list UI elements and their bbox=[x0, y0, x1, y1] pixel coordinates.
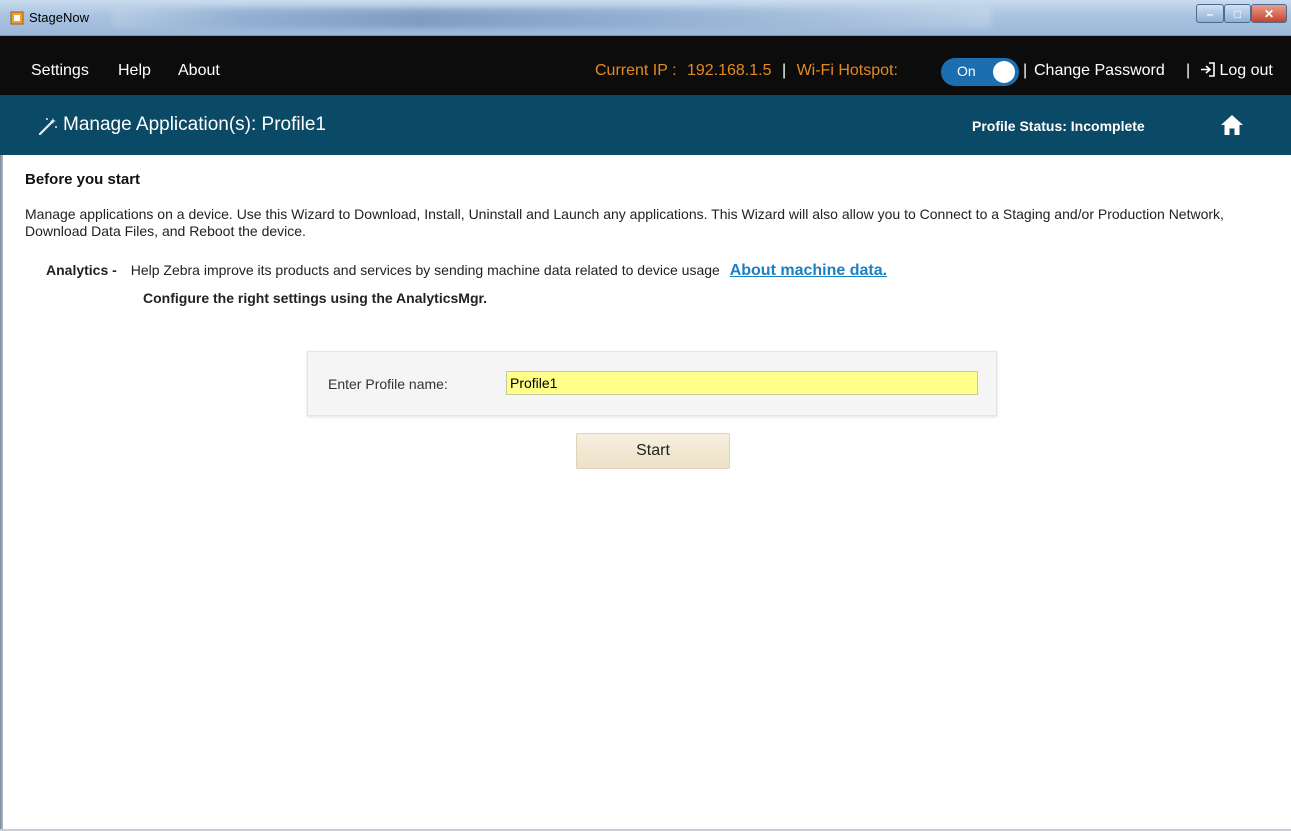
section-heading: Before you start bbox=[25, 171, 141, 188]
close-button[interactable]: ✕ bbox=[1251, 4, 1287, 23]
close-icon: ✕ bbox=[1263, 6, 1275, 21]
separator: | bbox=[1023, 62, 1028, 79]
menu-settings[interactable]: Settings bbox=[31, 62, 89, 80]
start-button[interactable]: Start bbox=[576, 433, 730, 469]
minimize-icon: – bbox=[1206, 6, 1214, 21]
profile-status: Profile Status: Incomplete bbox=[972, 118, 1145, 134]
menu-help[interactable]: Help bbox=[118, 62, 151, 80]
minimize-button[interactable]: – bbox=[1196, 4, 1224, 23]
logout-icon bbox=[1201, 62, 1215, 77]
wifi-hotspot-toggle[interactable]: On bbox=[941, 58, 1019, 86]
about-machine-data-link[interactable]: About machine data. bbox=[730, 262, 887, 279]
maximize-button[interactable]: □ bbox=[1224, 4, 1251, 23]
connection-info: Current IP : 192.168.1.5 | Wi-Fi Hotspot… bbox=[595, 62, 898, 80]
toggle-knob bbox=[993, 61, 1015, 83]
analytics-text: Help Zebra improve its products and serv… bbox=[130, 262, 720, 278]
wizard-description: Manage applications on a device. Use thi… bbox=[25, 206, 1224, 239]
menu-about[interactable]: About bbox=[178, 62, 220, 80]
page-header: Manage Application(s): Profile1 Profile … bbox=[0, 95, 1291, 155]
separator: | bbox=[781, 62, 787, 79]
configure-note: Configure the right settings using the A… bbox=[143, 290, 488, 306]
window-left-border bbox=[0, 155, 3, 831]
window-title-bar: StageNow – □ ✕ bbox=[0, 0, 1291, 36]
wand-icon bbox=[38, 118, 57, 136]
separator: | bbox=[1186, 62, 1191, 79]
home-icon[interactable] bbox=[1220, 114, 1244, 136]
blurred-ribbon bbox=[112, 8, 992, 28]
menu-bar: Settings Help About Current IP : 192.168… bbox=[0, 36, 1291, 95]
analytics-label: Analytics - bbox=[46, 262, 117, 278]
window-title: StageNow bbox=[29, 10, 89, 25]
profile-name-label: Enter Profile name: bbox=[328, 376, 448, 392]
app-icon bbox=[10, 11, 24, 25]
logout-label: Log out bbox=[1219, 62, 1273, 79]
change-password-link[interactable]: Change Password bbox=[1034, 62, 1165, 80]
analytics-row: Analytics - Help Zebra improve its produ… bbox=[46, 262, 887, 280]
toggle-state-label: On bbox=[957, 63, 976, 79]
main-content: Before you start Manage applications on … bbox=[0, 155, 1291, 831]
wifi-hotspot-label: Wi-Fi Hotspot: bbox=[796, 62, 898, 79]
logout-link[interactable]: Log out bbox=[1200, 62, 1273, 80]
page-title: Manage Application(s): Profile1 bbox=[63, 114, 326, 135]
profile-name-input[interactable] bbox=[506, 371, 978, 395]
current-ip-value: 192.168.1.5 bbox=[686, 62, 772, 79]
current-ip-label: Current IP : bbox=[595, 62, 677, 79]
maximize-icon: □ bbox=[1233, 6, 1242, 21]
profile-name-panel: Enter Profile name: bbox=[307, 351, 997, 416]
